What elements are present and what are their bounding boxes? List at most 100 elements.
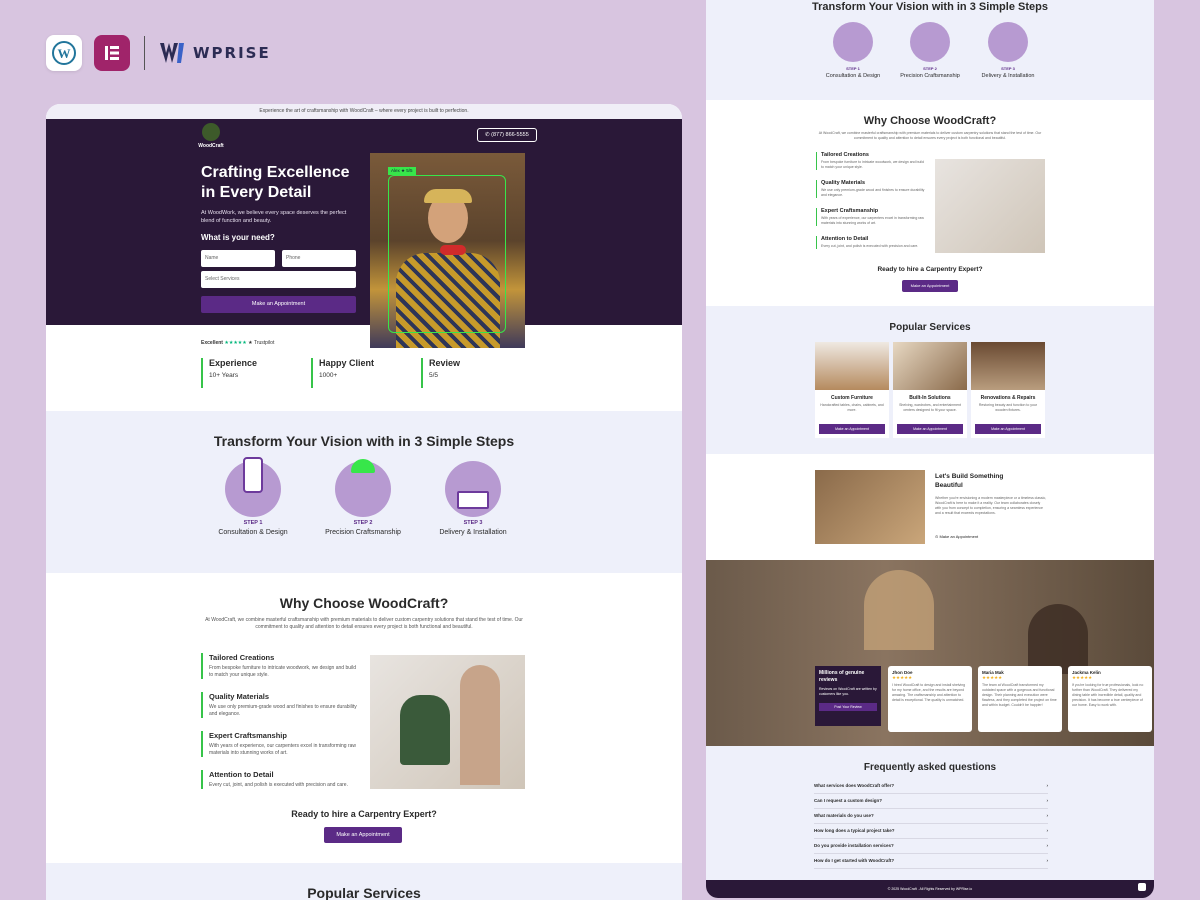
elementor-icon (94, 35, 130, 71)
r-step-name: Delivery & Installation (981, 73, 1035, 79)
phone-number: (877) 866-5555 (491, 132, 529, 138)
build-image (815, 470, 925, 544)
r-ready-button[interactable]: Make an Appointment (902, 280, 958, 292)
r-feature-3: Expert Craftsmanship With years of experi… (816, 208, 926, 226)
post-review-button[interactable]: Post Your Review (819, 703, 877, 711)
stat-review: Review 5/5 (421, 358, 485, 388)
worker-photo-shape (1028, 604, 1088, 674)
feature-desc: We use only premium-grade wood and finis… (209, 704, 357, 717)
service-select[interactable]: Select Services (201, 271, 356, 288)
star-rating-icon: ★★★★★ (892, 675, 913, 680)
service-title: Custom Furniture (831, 395, 873, 401)
r-steps-section: Transform Your Vision with in 3 Simple S… (706, 0, 1154, 100)
faq-title: Frequently asked questions (863, 762, 997, 773)
hero-title-line-2: in Every Detail (201, 184, 312, 201)
wprise-mark-icon (160, 43, 184, 63)
faq-item[interactable]: How do I get started with WoodCraft? › (814, 855, 1048, 869)
feature-title: Tailored Creations (821, 152, 869, 158)
review-quote: I hired WoodCraft to design and install … (892, 683, 966, 702)
why-intro: At WoodCraft, we combine masterful craft… (205, 617, 523, 630)
step-2: STEP 2 Precision Craftsmanship (308, 459, 418, 536)
star-rating-icon: ★★★★★ (1072, 675, 1093, 680)
feature-expert: Expert Craftsmanship With years of exper… (201, 731, 361, 757)
delivery-icon (445, 461, 501, 517)
feature-desc: From bespoke furniture to intricate wood… (821, 160, 924, 169)
brand-bar: W WPRISE (46, 35, 271, 71)
craftsman-icon (910, 22, 950, 62)
step-1: STEP 1 Consultation & Design (198, 457, 308, 536)
site-logo[interactable]: WoodCraft (198, 123, 224, 149)
logo-text: WoodCraft (198, 143, 224, 149)
phone-checklist-icon (833, 22, 873, 62)
faq-question: Do you provide installation services? (814, 843, 894, 848)
scroll-top-icon[interactable] (1138, 883, 1146, 891)
review-quote: The team at WoodCraft transformed my out… (982, 683, 1057, 707)
r-popular-title: Popular Services (889, 322, 971, 333)
chevron-right-icon: › (1046, 843, 1049, 848)
faq-item[interactable]: What materials do you use? › (814, 810, 1048, 824)
faq-question: What services does WoodCraft offer? (814, 783, 895, 788)
feature-desc: Every cut, joint, and polish is executed… (209, 782, 348, 788)
service-image (971, 342, 1045, 390)
why-title: Why Choose WoodCraft? (279, 595, 449, 611)
feature-title: Attention to Detail (821, 236, 869, 242)
craftsman-icon (335, 459, 391, 517)
phone-button[interactable]: ✆ (877) 866-5555 (477, 128, 537, 142)
feature-desc: From bespoke furniture to intricate wood… (209, 665, 357, 678)
service-title: Renovations & Repairs (980, 395, 1036, 401)
testimonial-card: Jackma Kelin ★★★★★ If you're looking for t… (1068, 666, 1152, 732)
reviews-summary: Millions of genuine reviews Reviews on W… (815, 666, 881, 726)
stats-row: Experience 10+ Years Happy Client 1000+ … (201, 358, 485, 388)
step-label: STEP 1 (243, 520, 263, 526)
r-step-name: Precision Craftsmanship (900, 73, 960, 79)
appointment-button[interactable]: Make an Appointment (201, 296, 356, 313)
feature-detail: Attention to Detail Every cut, joint, an… (201, 770, 361, 789)
r-step-2: STEP 2 Precision Craftsmanship (885, 22, 975, 79)
wordpress-icon: W (46, 35, 82, 71)
phone-input[interactable]: Phone (282, 250, 356, 267)
faq-question: How long does a typical project take? (814, 828, 895, 833)
steps-title: Transform Your Vision with in 3 Simple S… (213, 433, 515, 449)
stat-value: 1000+ (319, 372, 338, 379)
stat-title: Review (429, 358, 461, 368)
faq-item[interactable]: How long does a typical project take? › (814, 825, 1048, 839)
phone-checklist-icon (225, 457, 281, 517)
footer: © 2025 WoodCraft . All Rights Reserved b… (706, 880, 1154, 898)
service-appointment-button[interactable]: Make an Appointment (897, 424, 963, 434)
service-appointment-button[interactable]: Make an Appointment (975, 424, 1041, 434)
hero-section: WoodCraft ✆ (877) 866-5555 Crafting Exce… (46, 119, 682, 348)
r-why-title: Why Choose WoodCraft? (863, 115, 997, 127)
r-why-intro: At WoodCraft, we combine masterful craft… (818, 131, 1042, 140)
r-step-label: STEP 2 (923, 66, 937, 71)
service-appointment-button[interactable]: Make an Appointment (819, 424, 885, 434)
service-title: Built-In Solutions (909, 395, 951, 401)
stat-value: 5/5 (429, 372, 439, 379)
r-step-3: STEP 3 Delivery & Installation (963, 22, 1053, 79)
hero-title: Crafting Excellence in Every Detail (201, 163, 361, 203)
r-steps-title: Transform Your Vision with in 3 Simple S… (812, 1, 1048, 13)
faq-item[interactable]: What services does WoodCraft offer? › (814, 780, 1048, 794)
worker-photo-shape (864, 570, 934, 650)
popular-section: Popular Services (46, 863, 682, 900)
chevron-right-icon: › (1046, 858, 1049, 863)
service-desc: Restoring beauty and function to your wo… (978, 403, 1038, 412)
feature-title: Quality Materials (821, 180, 866, 186)
feature-tailored: Tailored Creations From bespoke furnitur… (201, 653, 361, 679)
name-input[interactable]: Name (201, 250, 275, 267)
r-ready-heading: Ready to hire a Carpentry Expert? (877, 266, 983, 273)
ready-appointment-button[interactable]: Make an Appointment (324, 827, 402, 843)
r-feature-1: Tailored Creations From bespoke furniture… (816, 152, 926, 170)
faq-item[interactable]: Can I request a custom design? › (814, 795, 1048, 809)
build-link[interactable]: ⊙ Make an Appointment (935, 534, 978, 539)
step-name: Delivery & Installation (439, 529, 507, 536)
trust-stars: ★★★★★ (224, 340, 247, 346)
stat-value: 10+ Years (209, 372, 239, 379)
faq-question: What materials do you use? (814, 813, 874, 818)
service-card: Custom Furniture Handcrafted tables, cha… (815, 342, 889, 438)
feature-title: Tailored Creations (209, 653, 275, 662)
trust-brand: ★ Trustpilot (248, 340, 275, 346)
star-rating-icon: ★★★★★ (982, 675, 1003, 680)
faq-item[interactable]: Do you provide installation services? › (814, 840, 1048, 854)
why-section: Why Choose WoodCraft? At WoodCraft, we c… (46, 573, 682, 863)
trust-excellent: Excellent (201, 340, 223, 346)
